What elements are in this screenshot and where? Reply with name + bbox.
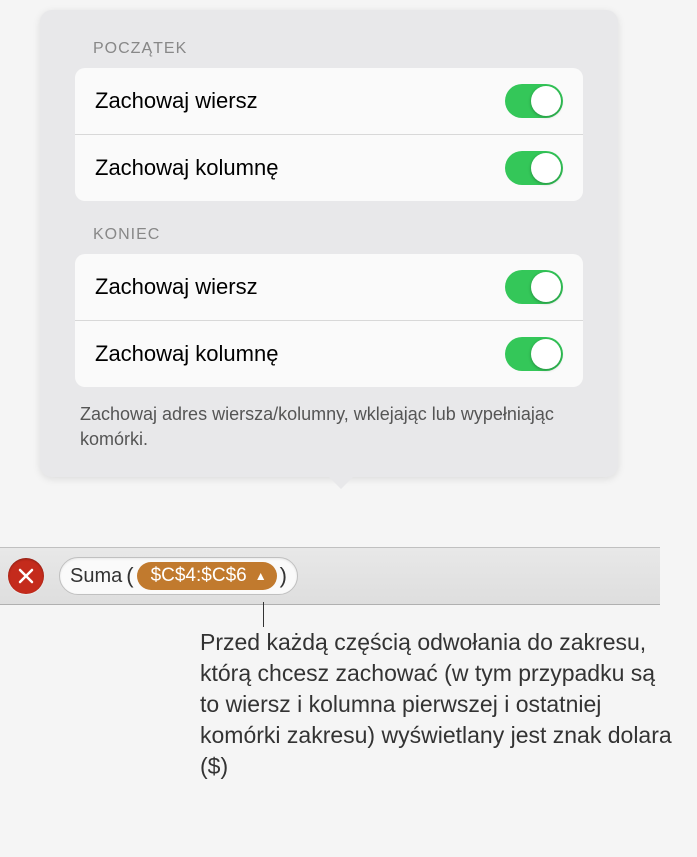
preserve-row-end-toggle[interactable] — [505, 270, 563, 304]
range-text: $C$4:$C$6 — [151, 565, 247, 587]
preserve-column-start-row: Zachowaj kolumnę — [75, 135, 583, 201]
preserve-column-start-label: Zachowaj kolumnę — [95, 155, 278, 181]
popover-arrow-icon — [327, 475, 355, 489]
range-reference-token[interactable]: $C$4:$C$6 ▲ — [137, 562, 277, 590]
callout-text: Przed każdą częścią odwołania do zakresu… — [200, 627, 680, 782]
preserve-column-end-toggle[interactable] — [505, 337, 563, 371]
preserve-row-start-toggle[interactable] — [505, 84, 563, 118]
section-header-end: Koniec — [93, 226, 583, 244]
preserve-row-end-label: Zachowaj wiersz — [95, 274, 258, 300]
formula-content[interactable]: Suma ( $C$4:$C$6 ▲ ) — [59, 557, 298, 595]
close-paren: ) — [280, 563, 287, 589]
preserve-column-end-row: Zachowaj kolumnę — [75, 321, 583, 387]
help-text: Zachowaj adres wiersza/kolumny, wklejają… — [80, 402, 583, 452]
option-group-start: Zachowaj wiersz Zachowaj kolumnę — [75, 68, 583, 201]
preserve-reference-popover: Początek Zachowaj wiersz Zachowaj kolumn… — [40, 10, 618, 477]
option-group-end: Zachowaj wiersz Zachowaj kolumnę — [75, 254, 583, 387]
preserve-column-start-toggle[interactable] — [505, 151, 563, 185]
function-name: Suma — [70, 565, 122, 588]
open-paren: ( — [126, 563, 133, 589]
preserve-row-start-label: Zachowaj wiersz — [95, 88, 258, 114]
preserve-row-end-row: Zachowaj wiersz — [75, 254, 583, 321]
formula-bar: Suma ( $C$4:$C$6 ▲ ) — [0, 547, 660, 605]
close-icon — [17, 567, 35, 585]
callout-line — [263, 602, 264, 627]
section-header-start: Początek — [93, 40, 583, 58]
triangle-up-icon: ▲ — [255, 569, 267, 583]
preserve-column-end-label: Zachowaj kolumnę — [95, 341, 278, 367]
preserve-row-start-row: Zachowaj wiersz — [75, 68, 583, 135]
formula-cancel-button[interactable] — [8, 558, 44, 594]
